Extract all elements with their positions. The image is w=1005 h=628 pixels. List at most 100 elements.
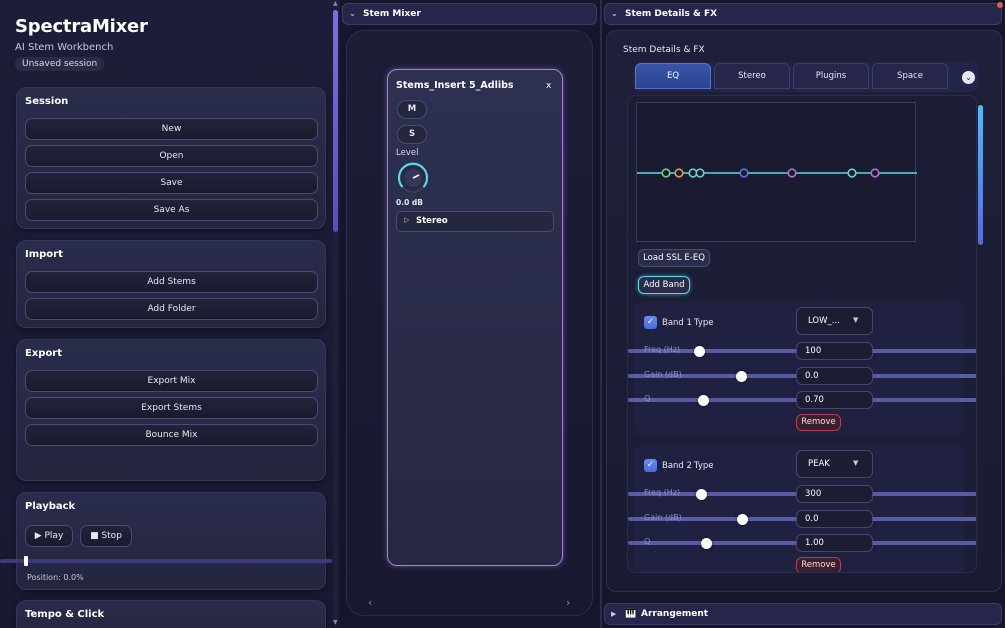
eq-band-point[interactable]	[870, 168, 880, 178]
band-1-type-value: LOW_...	[808, 316, 840, 326]
tempo-card: Tempo & Click	[16, 600, 326, 628]
band-1-gain-label: Gain (dB)	[644, 370, 682, 379]
level-label: Level	[396, 148, 419, 158]
save-as-button[interactable]: Save As	[25, 199, 318, 221]
bounce-mix-button[interactable]: Bounce Mix	[25, 424, 318, 446]
band-2-remove-button[interactable]: Remove	[796, 557, 841, 572]
eq-band-point[interactable]	[787, 168, 797, 178]
details-header[interactable]: ⌄ Stem Details & FX	[604, 3, 1002, 25]
band-1-gain-input[interactable]: 0.0	[796, 367, 873, 385]
band-1-label: Band 1	[662, 318, 692, 328]
session-card: Session New Open Save Save As	[16, 87, 326, 229]
arrangement-header[interactable]: ▶ 🎹 Arrangement	[604, 603, 1002, 625]
band-1-gain-handle[interactable]	[736, 371, 747, 382]
tab-eq[interactable]: EQ	[635, 63, 711, 89]
load-preset-button[interactable]: Load SSL E-EQ	[638, 249, 710, 267]
level-knob[interactable]	[396, 161, 430, 195]
band-2-freq-input[interactable]: 300	[796, 485, 873, 503]
strip-close-button[interactable]: x	[546, 81, 551, 91]
tabs-overflow-chevron-icon[interactable]: ⌄	[962, 71, 975, 84]
band-1-freq-handle[interactable]	[694, 346, 705, 357]
export-card: Export Export Mix Export Stems Bounce Mi…	[16, 339, 326, 481]
band-1-type-label: Type	[694, 318, 714, 328]
chevron-down-icon: ⌄	[349, 9, 356, 18]
band-2-gain-label: Gain (dB)	[644, 513, 682, 522]
tab-space[interactable]: Space	[872, 63, 948, 89]
app-title: SpectraMixer	[15, 16, 148, 37]
new-button[interactable]: New	[25, 118, 318, 140]
band-2-q-label: Q	[644, 537, 651, 546]
channel-strip: Stems_Insert 5_Adlibs x M S Level 0.0 dB…	[387, 69, 563, 566]
band-1-type-select[interactable]: LOW_... ▼	[796, 307, 873, 335]
scroll-up-icon[interactable]: ▲	[333, 0, 338, 7]
band-1-q-input[interactable]: 0.70	[796, 391, 873, 409]
mixer-prev-arrow[interactable]: ‹	[368, 596, 372, 609]
add-stems-button[interactable]: Add Stems	[25, 271, 318, 293]
eq-band-point[interactable]	[847, 168, 857, 178]
band-2-freq-label: Freq (Hz)	[644, 488, 681, 497]
details-card: Stem Details & FX EQ Stereo Plugins Spac…	[606, 30, 1002, 592]
band-2-type-select[interactable]: PEAK ▼	[796, 450, 873, 478]
solo-button[interactable]: S	[397, 125, 427, 144]
stem-mixer-area: ⌄ Stem Mixer Stems_Insert 5_Adlibs x M S…	[340, 0, 600, 628]
band-2-q-handle[interactable]	[701, 538, 712, 549]
band-1-q-handle[interactable]	[698, 395, 709, 406]
eq-curve-display[interactable]	[636, 102, 917, 242]
eq-content: Load SSL E-EQ Add Band ✓ Band 1 Type LOW…	[627, 95, 977, 573]
tempo-title: Tempo & Click	[25, 609, 105, 620]
band-2-enable-checkbox[interactable]: ✓	[644, 459, 657, 472]
session-status-badge: Unsaved session	[15, 57, 105, 71]
left-scrollbar-thumb[interactable]	[333, 10, 338, 232]
stem-mixer-header[interactable]: ⌄ Stem Mixer	[342, 3, 597, 25]
status-dot-icon	[997, 2, 1003, 8]
import-title: Import	[25, 249, 63, 260]
eq-band-point[interactable]	[739, 168, 749, 178]
expand-triangle-icon: ▷	[404, 216, 410, 224]
stop-button[interactable]: ■ Stop	[80, 525, 132, 547]
expand-triangle-icon: ▶	[611, 610, 617, 618]
left-scrollbar[interactable]	[333, 6, 338, 622]
band-2-gain-input[interactable]: 0.0	[796, 510, 873, 528]
eq-band-point[interactable]	[661, 168, 671, 178]
open-button[interactable]: Open	[25, 145, 318, 167]
chevron-down-icon: ▼	[853, 316, 859, 324]
chevron-down-icon: ▼	[853, 459, 859, 467]
details-section-title: Stem Details & FX	[623, 45, 705, 55]
tab-plugins[interactable]: Plugins	[793, 63, 869, 89]
export-stems-button[interactable]: Export Stems	[25, 397, 318, 419]
eq-band-point[interactable]	[674, 168, 684, 178]
details-scrollbar[interactable]	[978, 97, 983, 567]
app-window: SpectraMixer AI Stem Workbench Unsaved s…	[0, 0, 1005, 628]
piano-icon: 🎹	[625, 609, 637, 619]
level-value: 0.0 dB	[396, 198, 423, 207]
stereo-expander[interactable]: ▷ Stereo	[396, 211, 554, 232]
tab-stereo[interactable]: Stereo	[714, 63, 790, 89]
position-readout: Position: 0.0%	[27, 573, 84, 582]
band-2-label: Band 2	[662, 461, 692, 471]
details-scrollbar-thumb[interactable]	[978, 105, 983, 245]
stereo-label: Stereo	[416, 216, 448, 226]
band-2-q-input[interactable]: 1.00	[796, 534, 873, 552]
position-slider-track[interactable]	[0, 559, 332, 563]
band-1-enable-checkbox[interactable]: ✓	[644, 316, 657, 329]
band-2-freq-handle[interactable]	[696, 489, 707, 500]
mixer-viewport: Stems_Insert 5_Adlibs x M S Level 0.0 dB…	[346, 30, 593, 616]
add-folder-button[interactable]: Add Folder	[25, 298, 318, 320]
play-button[interactable]: ▶ Play	[25, 525, 73, 547]
scroll-down-icon[interactable]: ▼	[333, 619, 338, 626]
export-title: Export	[25, 348, 63, 359]
eq-band-point[interactable]	[695, 168, 705, 178]
mute-button[interactable]: M	[397, 100, 427, 119]
save-button[interactable]: Save	[25, 172, 318, 194]
chevron-down-icon: ⌄	[611, 9, 618, 18]
band-2-type-value: PEAK	[808, 459, 830, 469]
band-1-remove-button[interactable]: Remove	[796, 414, 841, 431]
band-2-gain-handle[interactable]	[737, 514, 748, 525]
details-header-title: Stem Details & FX	[625, 9, 718, 19]
mixer-next-arrow[interactable]: ›	[566, 596, 570, 609]
arrangement-title: Arrangement	[641, 609, 709, 619]
band-1-freq-input[interactable]: 100	[796, 342, 873, 360]
position-slider-handle[interactable]	[24, 556, 28, 566]
export-mix-button[interactable]: Export Mix	[25, 370, 318, 392]
add-band-button[interactable]: Add Band	[638, 276, 690, 294]
